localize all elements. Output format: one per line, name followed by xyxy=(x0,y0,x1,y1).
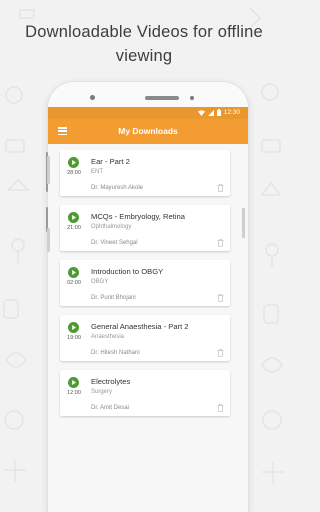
video-duration: 28:00 xyxy=(67,170,81,176)
download-item[interactable]: 02:00 Introduction to OBGY OBGY Dr. Puni… xyxy=(60,260,230,306)
trash-icon[interactable] xyxy=(217,294,224,302)
video-subject: ENT xyxy=(91,169,103,175)
scroll-indicator-lower xyxy=(47,228,50,252)
app-title: My Downloads xyxy=(118,126,178,136)
video-duration: 02:00 xyxy=(67,280,81,286)
headline-line1: Downloadable Videos for offline xyxy=(25,23,263,41)
headline: Downloadable Videos for offline viewing xyxy=(0,20,288,68)
play-icon[interactable] xyxy=(68,212,79,223)
signal-icon xyxy=(207,109,214,116)
video-duration: 19:00 xyxy=(67,335,81,341)
wifi-icon xyxy=(197,109,205,116)
play-icon[interactable] xyxy=(68,322,79,333)
headline-line2: viewing xyxy=(115,47,173,65)
status-time: 12:30 xyxy=(223,109,240,116)
video-doctor: Dr. Hitesh Nathani xyxy=(91,350,140,356)
video-subject: Ophthalmology xyxy=(91,224,132,230)
scroll-indicator xyxy=(47,156,50,184)
hamburger-menu-icon[interactable] xyxy=(58,127,67,136)
video-title: General Anaesthesia - Part 2 xyxy=(91,322,189,331)
battery-icon xyxy=(216,109,221,116)
video-subject: OBGY xyxy=(91,279,109,285)
video-doctor: Dr. Punit Bhojani xyxy=(91,295,136,301)
phone-camera xyxy=(90,95,95,100)
video-duration: 12:00 xyxy=(67,390,81,396)
video-title: Ear - Part 2 xyxy=(91,157,130,166)
play-icon[interactable] xyxy=(68,267,79,278)
phone-sensor xyxy=(190,96,194,100)
video-doctor: Dr. Vineet Sehgal xyxy=(91,240,138,246)
play-icon[interactable] xyxy=(68,377,79,388)
status-bar: 12:30 xyxy=(48,107,248,119)
download-item[interactable]: 28:00 Ear - Part 2 ENT Dr. Mayuresh Akol… xyxy=(60,150,230,196)
video-title: MCQs - Embryology, Retina xyxy=(91,212,185,221)
trash-icon[interactable] xyxy=(217,184,224,192)
trash-icon[interactable] xyxy=(217,349,224,357)
download-item[interactable]: 21:00 MCQs - Embryology, Retina Ophthalm… xyxy=(60,205,230,251)
phone-frame: 12:30 My Downloads 28:00 Ear - Part 2 EN… xyxy=(46,82,248,512)
video-subject: Anaesthesia xyxy=(91,334,125,340)
app-bar: My Downloads xyxy=(48,119,248,144)
play-icon[interactable] xyxy=(68,157,79,168)
phone-speaker xyxy=(145,96,179,100)
video-doctor: Dr. Mayuresh Akole xyxy=(91,185,144,191)
download-item[interactable]: 12:00 Electrolytes Surgery Dr. Amit Desa… xyxy=(60,370,230,416)
video-duration: 21:00 xyxy=(67,225,81,231)
video-title: Introduction to OBGY xyxy=(91,267,164,276)
video-doctor: Dr. Amit Desai xyxy=(91,405,130,411)
video-subject: Surgery xyxy=(91,389,113,395)
downloads-list[interactable]: 28:00 Ear - Part 2 ENT Dr. Mayuresh Akol… xyxy=(47,144,248,512)
scrollbar[interactable] xyxy=(242,208,245,238)
trash-icon[interactable] xyxy=(217,404,224,412)
trash-icon[interactable] xyxy=(217,239,224,247)
download-item[interactable]: 19:00 General Anaesthesia - Part 2 Anaes… xyxy=(60,315,230,361)
video-title: Electrolytes xyxy=(91,377,131,386)
